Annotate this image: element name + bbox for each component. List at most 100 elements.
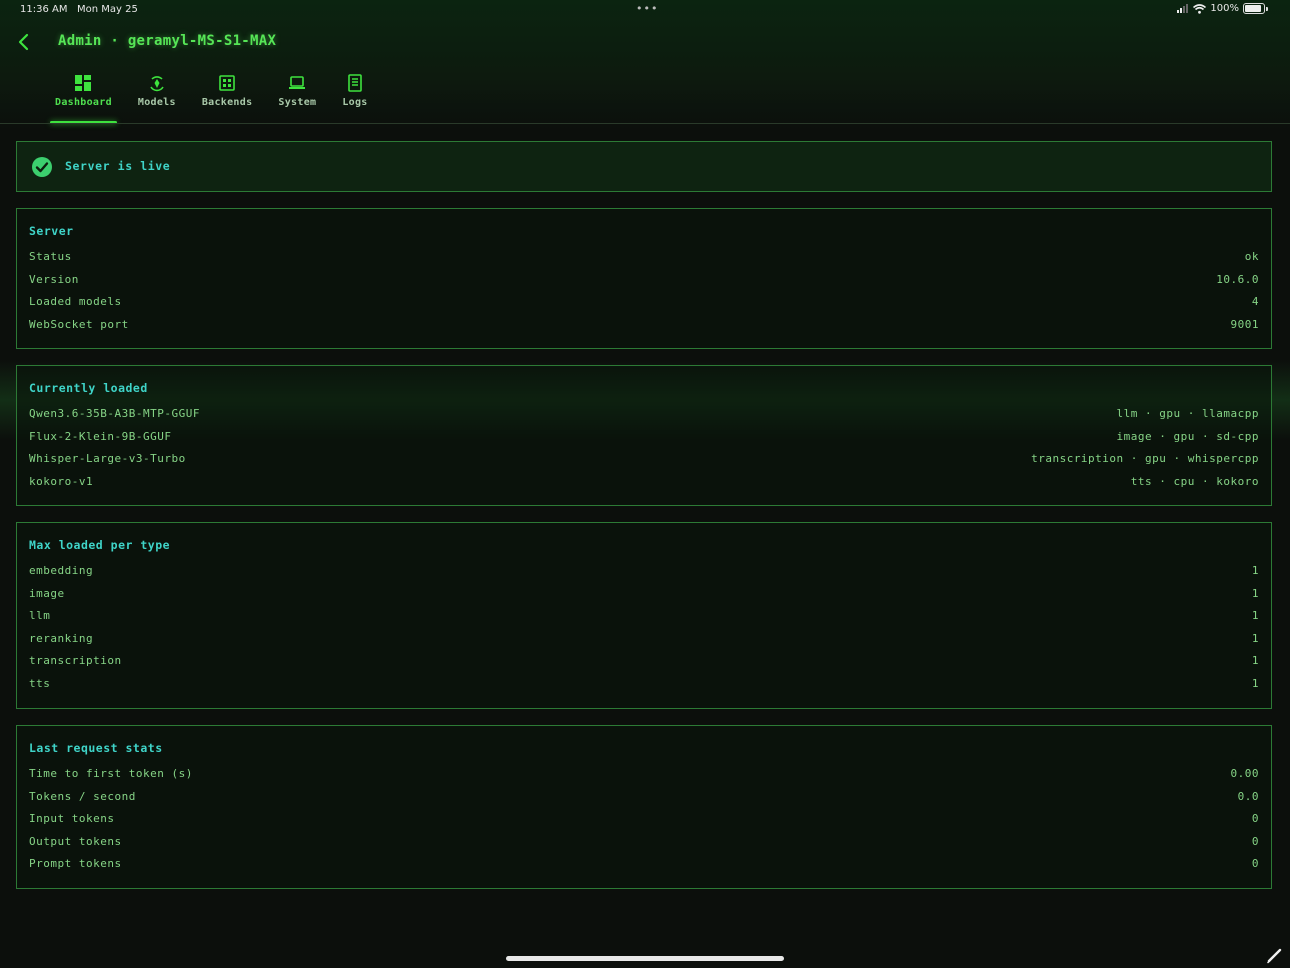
- table-row: Whisper-Large-v3-Turbo transcription · gp…: [29, 452, 1259, 475]
- backends-icon: [219, 75, 235, 91]
- tab-backends[interactable]: Backends: [197, 74, 258, 124]
- table-row: Output tokens 0: [29, 835, 1259, 858]
- table-row: kokoro-v1 tts · cpu · kokoro: [29, 475, 1259, 498]
- table-row: Loaded models 4: [29, 295, 1259, 318]
- status-time: 11:36 AM Mon May 25: [20, 4, 138, 15]
- status-indicators: 100%: [1177, 3, 1268, 14]
- row-value: image · gpu · sd-cpp: [1116, 429, 1259, 443]
- row-value: 0: [1251, 812, 1259, 826]
- server-live-banner: Server is live: [16, 141, 1272, 192]
- row-value: 1: [1251, 564, 1259, 577]
- tab-models[interactable]: Models: [133, 74, 181, 124]
- tab-dashboard[interactable]: Dashboard: [50, 74, 117, 124]
- check-circle-icon: [32, 157, 52, 177]
- table-row: WebSocket port 9001: [29, 318, 1259, 341]
- wifi-icon: [1193, 3, 1207, 14]
- row-label: transcription: [29, 654, 122, 668]
- row-label: Output tokens: [29, 834, 122, 848]
- battery-percentage: 100%: [1210, 3, 1239, 14]
- row-value: 0.0: [1237, 789, 1259, 803]
- table-row: Tokens / second 0.0: [29, 790, 1259, 813]
- table-row: reranking 1: [29, 632, 1259, 655]
- row-value: 1: [1251, 676, 1259, 690]
- tab-label: Dashboard: [55, 97, 112, 108]
- row-label: WebSocket port: [29, 317, 129, 331]
- table-row: llm 1: [29, 609, 1259, 632]
- cellular-signal-icon: [1177, 4, 1189, 13]
- row-label: Loaded models: [29, 295, 122, 309]
- table-row: Input tokens 0: [29, 812, 1259, 835]
- battery-tip: [1266, 6, 1268, 11]
- row-label: Whisper-Large-v3-Turbo: [29, 452, 186, 466]
- row-label: Prompt tokens: [29, 857, 122, 871]
- tab-label: System: [278, 97, 317, 108]
- card-title: Max loaded per type: [29, 538, 171, 552]
- chevron-left-icon[interactable]: [16, 32, 32, 52]
- row-value: 1: [1251, 631, 1259, 645]
- table-row: Version 10.6.0: [29, 273, 1259, 296]
- models-icon: [150, 76, 164, 92]
- battery-icon: [1243, 3, 1265, 14]
- row-label: Version: [29, 272, 79, 286]
- battery-level: [1245, 5, 1261, 12]
- row-label: Time to first token (s): [29, 767, 193, 780]
- dashboard-grid-icon: [75, 75, 92, 91]
- server-rows: Status ok Version 10.6.0 Loaded models 4 WebSo…: [29, 250, 1259, 340]
- row-label: Tokens / second: [29, 789, 136, 803]
- max-loaded-rows: embedding 1 image 1 llm 1 reranking 1 transcript…: [29, 564, 1259, 700]
- tab-label: Models: [137, 97, 176, 108]
- row-value: tts · cpu · kokoro: [1130, 474, 1259, 488]
- last-request-stats-card: Last request stats Time to first token (…: [16, 725, 1272, 889]
- row-label: reranking: [29, 631, 94, 645]
- table-row: Time to first token (s) 0.00: [29, 767, 1259, 790]
- loaded-model-rows: Qwen3.6-35B-A3B-MTP-GGUF llm · gpu · llam…: [29, 407, 1259, 497]
- row-label: tts: [29, 676, 51, 690]
- row-label: Status: [29, 250, 72, 263]
- server-live-text: Server is live: [65, 159, 171, 173]
- laptop-icon: [289, 76, 306, 89]
- row-value: 1: [1251, 609, 1259, 623]
- server-card: Server Status ok Version 10.6.0 Loaded model…: [16, 208, 1272, 349]
- row-value: 1: [1251, 586, 1259, 600]
- tab-bar: Dashboard Models Backends System Logs: [50, 74, 389, 124]
- row-value: 4: [1251, 295, 1259, 309]
- tab-system[interactable]: System: [273, 74, 321, 124]
- table-row: Flux-2-Klein-9B-GGUF image · gpu · sd-cpp: [29, 430, 1259, 453]
- page-title: Admin · geramyl-MS-S1-MAX: [58, 33, 277, 49]
- row-label: Flux-2-Klein-9B-GGUF: [29, 429, 172, 443]
- row-value: transcription · gpu · whispercpp: [1031, 452, 1259, 466]
- tab-label: Backends: [201, 97, 253, 108]
- status-bar: 11:36 AM Mon May 25 ••• 100%: [0, 0, 1290, 20]
- tab-label: Logs: [342, 97, 368, 108]
- max-loaded-card: Max loaded per type embedding 1 image 1 llm 1…: [16, 522, 1272, 709]
- row-value: ok: [1244, 250, 1259, 263]
- row-label: kokoro-v1: [29, 474, 94, 488]
- table-row: embedding 1: [29, 564, 1259, 587]
- row-label: Input tokens: [29, 812, 115, 826]
- card-title: Currently loaded: [29, 381, 148, 395]
- table-row: transcription 1: [29, 654, 1259, 677]
- pencil-icon[interactable]: [1266, 946, 1284, 964]
- table-row: image 1: [29, 587, 1259, 610]
- currently-loaded-card: Currently loaded Qwen3.6-35B-A3B-MTP-GGU…: [16, 365, 1272, 506]
- table-row: tts 1: [29, 677, 1259, 700]
- row-label: embedding: [29, 564, 94, 577]
- row-value: 10.6.0: [1216, 272, 1259, 286]
- logs-icon: [348, 74, 362, 92]
- row-label: llm: [29, 609, 51, 623]
- row-value: llm · gpu · llamacpp: [1116, 407, 1259, 420]
- card-title: Last request stats: [29, 741, 163, 755]
- row-value: 0.00: [1230, 767, 1259, 780]
- tab-logs[interactable]: Logs: [337, 74, 372, 124]
- table-row: Qwen3.6-35B-A3B-MTP-GGUF llm · gpu · llam…: [29, 407, 1259, 430]
- tab-divider: [0, 123, 1290, 124]
- last-request-rows: Time to first token (s) 0.00 Tokens / seco…: [29, 767, 1259, 880]
- row-value: 0: [1251, 857, 1259, 871]
- home-indicator[interactable]: [506, 956, 784, 961]
- nav-header: Admin · geramyl-MS-S1-MAX: [0, 30, 1290, 54]
- card-title: Server: [29, 224, 74, 238]
- row-value: 0: [1251, 834, 1259, 848]
- multitasking-dots-icon[interactable]: •••: [636, 2, 658, 15]
- row-value: 9001: [1230, 317, 1259, 331]
- row-value: 1: [1251, 654, 1259, 668]
